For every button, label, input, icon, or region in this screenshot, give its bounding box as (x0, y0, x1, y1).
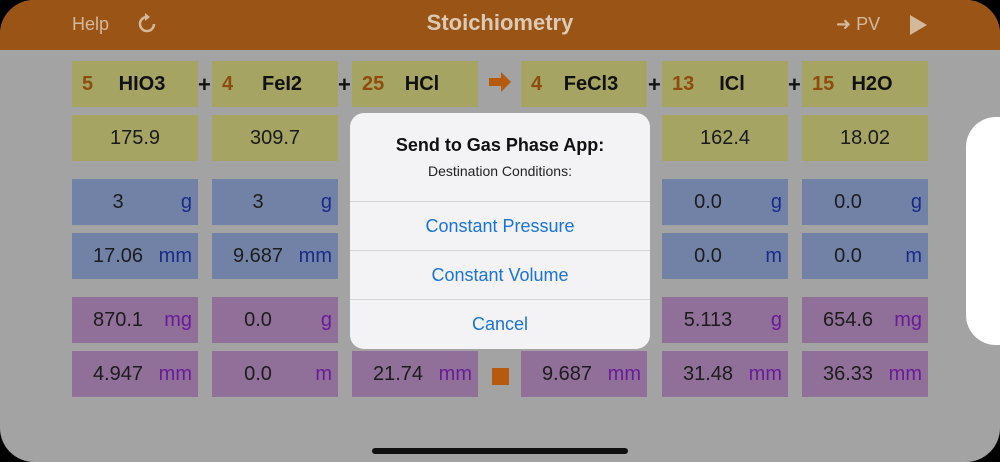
moles-unit: m (905, 244, 922, 267)
moles-input-field[interactable]: 17.06 mm (72, 233, 198, 279)
app-screen: Help Stoichiometry ➜ PV 5 HIO3 + 4 FeI2 … (0, 0, 1000, 462)
mass-unit: g (180, 190, 192, 213)
mass-unit: g (770, 190, 782, 213)
moles-input-field[interactable]: 9.687 mm (212, 233, 338, 279)
mass-result-value: 5.113 (683, 308, 733, 331)
mass-result-value: 654.6 (822, 308, 874, 331)
mass-value: 3 (252, 190, 264, 213)
mass-result-value: 0.0 (244, 308, 272, 331)
molar-mass-value: 18.02 (839, 126, 891, 149)
cancel-button[interactable]: Cancel (350, 299, 650, 348)
dialog-subtitle: Destination Conditions: (428, 163, 572, 179)
pv-label: PV (856, 14, 881, 34)
moles-result-value: 36.33 (822, 362, 874, 385)
plus-sign: + (338, 72, 351, 97)
moles-unit: m (765, 244, 782, 267)
molar-mass-cell: 162.4 (662, 115, 788, 161)
molar-mass-value: 162.4 (699, 126, 751, 149)
mass-result-unit: g (770, 308, 782, 331)
reaction-arrow-icon (489, 72, 511, 92)
formula: FeI2 (261, 72, 303, 95)
formula: FeCl3 (563, 72, 619, 95)
mass-input-field[interactable]: 3 g (212, 179, 338, 225)
mass-result-cell: 5.113 g (662, 297, 788, 343)
moles-result-unit: mm (438, 362, 472, 385)
formula: H2O (851, 72, 893, 95)
moles-value: 17.06 (92, 244, 144, 267)
moles-unit: mm (298, 244, 332, 267)
moles-input-field[interactable]: 0.0 m (802, 233, 928, 279)
moles-value: 9.687 (232, 244, 284, 267)
reactant-3-cell[interactable]: 25 HCl (352, 61, 478, 107)
mass-input-field[interactable]: 0.0 g (662, 179, 788, 225)
moles-value: 0.0 (834, 244, 862, 267)
moles-result-value: 9.687 (541, 362, 593, 385)
mass-result-unit: g (320, 308, 332, 331)
mass-result-value: 870.1 (92, 308, 144, 331)
formula: HIO3 (118, 72, 166, 95)
moles-result-unit: m (315, 362, 332, 385)
mass-value: 3 (112, 190, 124, 213)
play-icon[interactable] (908, 14, 928, 36)
product-1-cell[interactable]: 4 FeCl3 (521, 61, 647, 107)
mass-unit: g (320, 190, 332, 213)
moles-result-unit: mm (607, 362, 641, 385)
moles-result-value: 0.0 (244, 362, 272, 385)
moles-result-cell: 36.33 mm (802, 351, 928, 397)
plus-sign: + (198, 72, 211, 97)
formula: HCl (404, 72, 440, 95)
moles-result-cell: 21.74 mm (352, 351, 478, 397)
moles-result-value: 4.947 (92, 362, 144, 385)
mass-value: 0.0 (694, 190, 722, 213)
formula: ICl (719, 72, 745, 95)
mass-result-cell: 870.1 mg (72, 297, 198, 343)
mass-unit: g (910, 190, 922, 213)
molar-mass-cell: 18.02 (802, 115, 928, 161)
constant-volume-button[interactable]: Constant Volume (350, 250, 650, 299)
product-3-cell[interactable]: 15 H2O (802, 61, 928, 107)
molar-mass-value: 175.9 (109, 126, 161, 149)
mass-result-unit: mg (894, 308, 922, 331)
moles-result-cell: 4.947 mm (72, 351, 198, 397)
limiting-reagent-marker (492, 368, 509, 385)
mass-input-field[interactable]: 0.0 g (802, 179, 928, 225)
constant-pressure-button[interactable]: Constant Pressure (350, 201, 650, 250)
mass-value: 0.0 (834, 190, 862, 213)
moles-result-value: 21.74 (372, 362, 424, 385)
moles-unit: mm (158, 244, 192, 267)
molar-mass-value: 309.7 (249, 126, 301, 149)
mass-result-cell: 654.6 mg (802, 297, 928, 343)
pv-button[interactable]: ➜ PV (836, 14, 880, 35)
moles-result-unit: mm (158, 362, 192, 385)
moles-result-cell: 0.0 m (212, 351, 338, 397)
mass-input-field[interactable]: 3 g (72, 179, 198, 225)
molar-mass-cell: 309.7 (212, 115, 338, 161)
home-indicator[interactable] (372, 448, 628, 454)
moles-result-value: 31.48 (682, 362, 734, 385)
mass-result-cell: 0.0 g (212, 297, 338, 343)
mass-result-unit: mg (164, 308, 192, 331)
moles-input-field[interactable]: 0.0 m (662, 233, 788, 279)
molar-mass-cell: 175.9 (72, 115, 198, 161)
plus-sign: + (788, 72, 801, 97)
arrow-right-icon: ➜ (836, 14, 852, 34)
plus-sign: + (648, 72, 661, 97)
navigation-bar: Help Stoichiometry ➜ PV (0, 0, 1000, 50)
moles-result-cell: 9.687 mm (521, 351, 647, 397)
reactant-1-cell[interactable]: 5 HIO3 (72, 61, 198, 107)
reactant-2-cell[interactable]: 4 FeI2 (212, 61, 338, 107)
moles-result-unit: mm (888, 362, 922, 385)
moles-result-cell: 31.48 mm (662, 351, 788, 397)
send-to-gas-phase-dialog: Send to Gas Phase App: Destination Condi… (350, 113, 650, 349)
product-2-cell[interactable]: 13 ICl (662, 61, 788, 107)
moles-value: 0.0 (694, 244, 722, 267)
device-notch (966, 117, 1000, 345)
dialog-title: Send to Gas Phase App: (395, 135, 605, 155)
moles-result-unit: mm (748, 362, 782, 385)
